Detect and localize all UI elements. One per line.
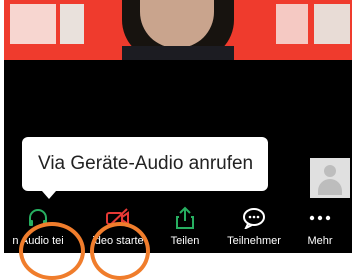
tooltip-text: Via Geräte-Audio anrufen — [38, 153, 254, 174]
video-feed — [4, 0, 352, 60]
share-label: Teilen — [170, 235, 200, 247]
video-background-thumbnail — [314, 4, 350, 44]
chat-icon — [222, 206, 286, 230]
more-button[interactable]: Mehr — [300, 202, 340, 253]
meeting-screen: Via Geräte-Audio anrufen n Audio tei ide… — [4, 0, 352, 253]
avatar-head — [324, 165, 336, 177]
participants-button[interactable]: Teilnehmer — [222, 202, 286, 253]
avatar-body — [318, 179, 342, 195]
participant-video — [122, 0, 234, 60]
participants-label: Teilnehmer — [227, 235, 281, 247]
highlight-circle — [19, 222, 85, 280]
share-icon — [166, 206, 204, 230]
participant-shirt — [122, 46, 234, 60]
highlight-circle — [90, 222, 150, 280]
more-label: Mehr — [307, 235, 333, 247]
video-background-thumbnail — [10, 4, 56, 44]
video-background-thumbnail — [60, 4, 84, 44]
video-background-thumbnail — [276, 4, 308, 44]
join-audio-tooltip[interactable]: Via Geräte-Audio anrufen — [22, 137, 268, 191]
participant-face — [140, 0, 214, 48]
self-view-thumbnail[interactable] — [310, 158, 350, 198]
share-button[interactable]: Teilen — [166, 202, 204, 253]
more-icon — [300, 206, 340, 230]
tooltip-arrow — [42, 191, 56, 199]
